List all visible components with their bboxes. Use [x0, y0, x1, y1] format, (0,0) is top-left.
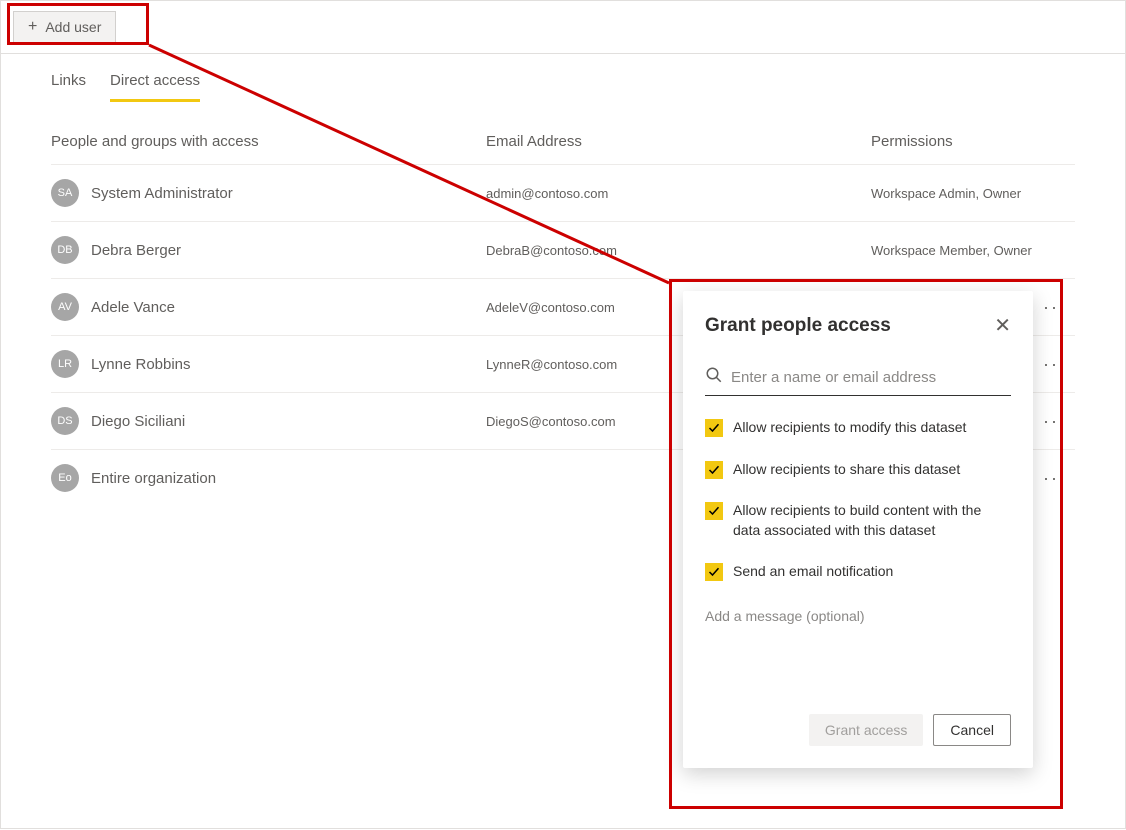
checkbox-label: Allow recipients to share this dataset — [733, 460, 960, 480]
avatar: Eo — [51, 464, 79, 492]
checkbox[interactable] — [705, 563, 723, 581]
checkbox[interactable] — [705, 461, 723, 479]
plus-icon: + — [28, 18, 37, 36]
tab-links[interactable]: Links — [51, 72, 86, 102]
close-icon: ✕ — [994, 315, 1011, 337]
checkbox-row: Allow recipients to share this dataset — [705, 460, 1011, 480]
cancel-button[interactable]: Cancel — [933, 714, 1011, 746]
name-email-input[interactable] — [731, 369, 1011, 386]
avatar: LR — [51, 350, 79, 378]
table-header: People and groups with access Email Addr… — [51, 133, 1075, 164]
grant-access-dialog: Grant people access ✕ Allow recipients t… — [683, 291, 1033, 768]
avatar: DS — [51, 407, 79, 435]
close-button[interactable]: ✕ — [994, 313, 1011, 338]
person-name: Adele Vance — [91, 299, 175, 316]
person-name: Debra Berger — [91, 242, 181, 259]
checkbox-label: Allow recipients to modify this dataset — [733, 418, 966, 438]
tab-direct-access[interactable]: Direct access — [110, 72, 200, 102]
email-cell: admin@contoso.com — [486, 186, 871, 201]
tabs: Links Direct access — [1, 54, 1125, 103]
dialog-title: Grant people access — [705, 315, 891, 337]
permission-text: Workspace Admin, Owner — [871, 186, 1021, 201]
permission-text: Workspace Member, Owner — [871, 243, 1032, 258]
grant-access-button[interactable]: Grant access — [809, 714, 923, 746]
table-row: DB Debra Berger DebraB@contoso.comWorkspac… — [51, 221, 1075, 278]
more-icon[interactable]: ··· — [1043, 468, 1075, 489]
table-row: SA System Administrator admin@contoso.comW… — [51, 164, 1075, 221]
add-user-label: Add user — [45, 19, 101, 35]
checkbox-row: Send an email notification — [705, 562, 1011, 582]
checkbox-row: Allow recipients to build content with t… — [705, 501, 1011, 540]
permission-cell: Workspace Admin, Owner — [871, 186, 1075, 201]
person-name: Diego Siciliani — [91, 413, 185, 430]
header-permissions: Permissions — [871, 133, 1075, 150]
add-user-button[interactable]: + Add user — [13, 11, 116, 43]
checkbox-label: Allow recipients to build content with t… — [733, 501, 1011, 540]
checkbox[interactable] — [705, 502, 723, 520]
person-name: Lynne Robbins — [91, 356, 191, 373]
person-name: Entire organization — [91, 470, 216, 487]
person-cell: AV Adele Vance — [51, 293, 486, 321]
checkbox-label: Send an email notification — [733, 562, 893, 582]
avatar: AV — [51, 293, 79, 321]
checkbox[interactable] — [705, 419, 723, 437]
header-email: Email Address — [486, 133, 871, 150]
dialog-header: Grant people access ✕ — [705, 313, 1011, 338]
more-icon[interactable]: ··· — [1043, 354, 1075, 375]
more-icon[interactable]: ··· — [1043, 297, 1075, 318]
toolbar: + Add user — [1, 1, 1125, 54]
avatar: DB — [51, 236, 79, 264]
search-row — [705, 366, 1011, 396]
dialog-footer: Grant access Cancel — [705, 714, 1011, 746]
header-people: People and groups with access — [51, 133, 486, 150]
more-icon[interactable]: ··· — [1043, 411, 1075, 432]
search-icon — [705, 366, 723, 389]
avatar: SA — [51, 179, 79, 207]
person-cell: DB Debra Berger — [51, 236, 486, 264]
person-cell: Eo Entire organization — [51, 464, 486, 492]
person-cell: SA System Administrator — [51, 179, 486, 207]
permission-cell: Workspace Member, Owner — [871, 243, 1075, 258]
message-input[interactable]: Add a message (optional) — [705, 608, 1011, 624]
person-name: System Administrator — [91, 185, 233, 202]
person-cell: DS Diego Siciliani — [51, 407, 486, 435]
person-cell: LR Lynne Robbins — [51, 350, 486, 378]
email-cell: DebraB@contoso.com — [486, 243, 871, 258]
checkbox-row: Allow recipients to modify this dataset — [705, 418, 1011, 438]
